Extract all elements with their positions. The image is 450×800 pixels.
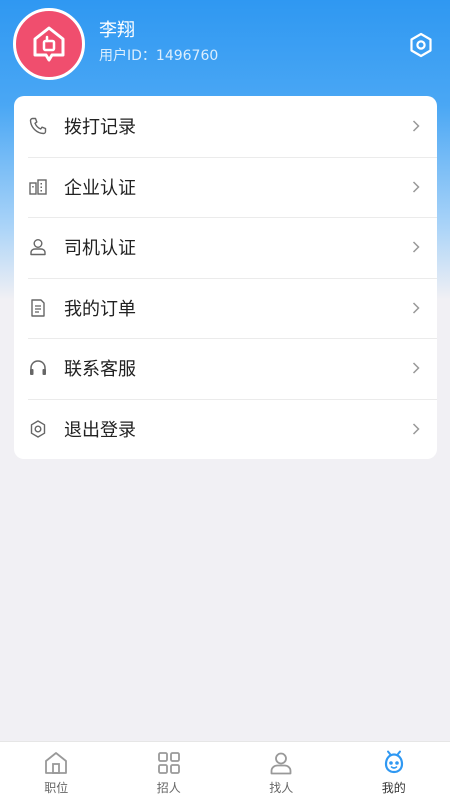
menu-item-label: 联系客服 — [64, 359, 136, 381]
tab-recruit[interactable]: 招人 — [113, 742, 226, 800]
document-icon — [27, 297, 49, 319]
menu-item-enterprise-verification[interactable]: 企业认证 — [14, 156, 437, 218]
person-icon — [27, 236, 49, 258]
tab-label: 职位 — [44, 781, 69, 795]
gear-icon — [27, 418, 49, 440]
robot-face-icon — [380, 749, 408, 777]
avatar[interactable] — [13, 8, 85, 80]
bottom-tab-bar: 职位 招人 找人 我的 — [0, 741, 450, 800]
tab-find-people[interactable]: 找人 — [225, 742, 338, 800]
menu-item-logout[interactable]: 退出登录 — [14, 398, 437, 460]
menu-item-label: 拨打记录 — [64, 117, 136, 139]
user-name: 李翔 — [99, 20, 135, 41]
building-icon — [27, 176, 49, 198]
tab-label: 我的 — [381, 781, 406, 795]
settings-icon — [410, 32, 432, 58]
grid-icon — [155, 749, 183, 777]
menu-item-label: 企业认证 — [64, 177, 136, 199]
menu-item-call-records[interactable]: 拨打记录 — [14, 96, 437, 157]
chevron-right-icon — [409, 301, 423, 315]
menu-item-label: 退出登录 — [64, 419, 136, 441]
chevron-right-icon — [409, 361, 423, 375]
menu-item-label: 司机认证 — [64, 238, 136, 260]
tab-jobs[interactable]: 职位 — [0, 742, 113, 800]
person-icon — [267, 749, 295, 777]
menu-item-my-orders[interactable]: 我的订单 — [14, 277, 437, 339]
tab-label: 找人 — [269, 781, 294, 795]
home-icon — [42, 749, 70, 777]
user-id-value: 1496760 — [155, 48, 219, 64]
user-id: 用户ID：1496760 — [99, 47, 218, 65]
settings-button[interactable] — [404, 28, 438, 62]
menu-card: 拨打记录 企业认证 司机认证 我的订单 联系客服 退出登录 — [14, 96, 437, 459]
tab-label: 招人 — [156, 781, 181, 795]
menu-item-label: 我的订单 — [64, 298, 136, 320]
headset-icon — [27, 357, 49, 379]
tab-mine[interactable]: 我的 — [338, 742, 450, 800]
user-id-label: 用户ID： — [99, 48, 156, 64]
menu-item-driver-verification[interactable]: 司机认证 — [14, 217, 437, 278]
house-icon — [33, 26, 65, 62]
chevron-right-icon — [409, 180, 423, 194]
chevron-right-icon — [409, 422, 423, 436]
chevron-right-icon — [409, 119, 423, 133]
menu-item-customer-service[interactable]: 联系客服 — [14, 338, 437, 399]
phone-icon — [27, 115, 49, 137]
chevron-right-icon — [409, 240, 423, 254]
